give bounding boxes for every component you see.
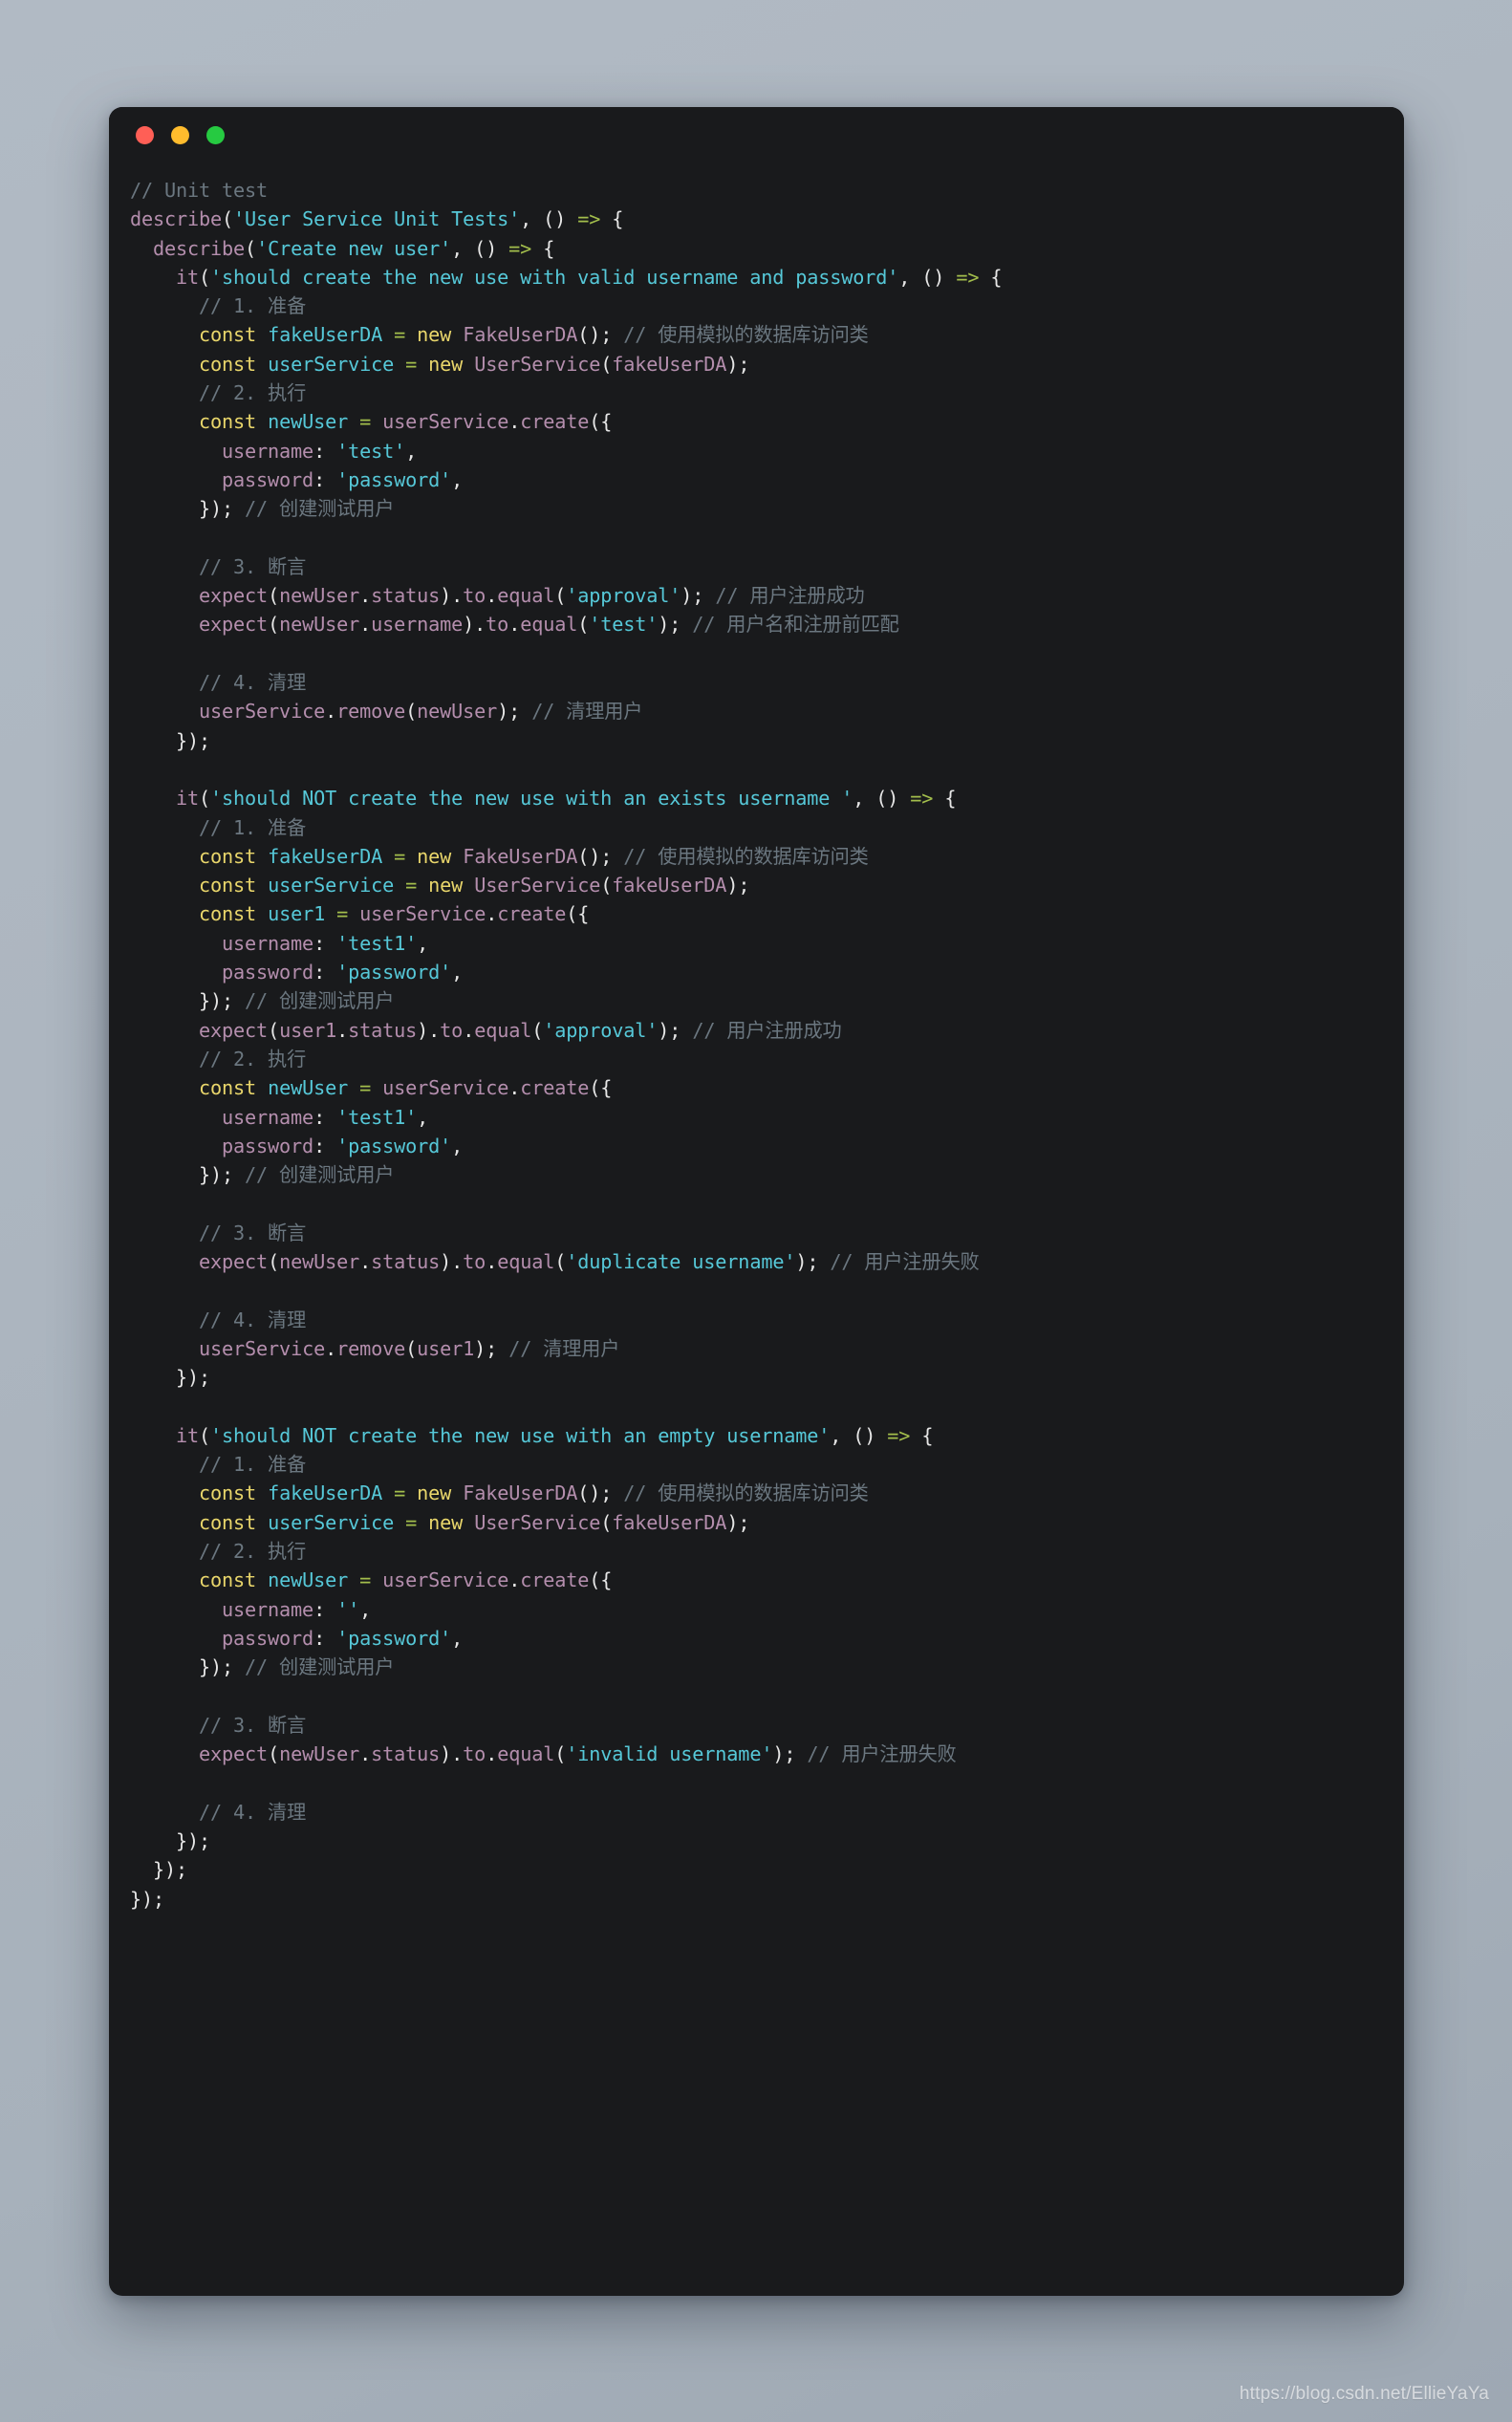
code-line: username: 'test1', xyxy=(222,931,429,955)
watermark: https://blog.csdn.net/EllieYaYa xyxy=(1239,2384,1489,2404)
window-titlebar xyxy=(109,107,1404,162)
code-line: describe('User Service Unit Tests', () =… xyxy=(130,207,624,231)
code-line: // 2. 执行 xyxy=(199,1539,307,1563)
code-line: // 2. 执行 xyxy=(199,381,307,405)
code-line: // 1. 准备 xyxy=(199,294,307,318)
code-line: it('should NOT create the new use with a… xyxy=(176,1423,934,1447)
code-line: it('should NOT create the new use with a… xyxy=(176,787,957,811)
code-line: const userService = new UserService(fake… xyxy=(199,874,750,897)
code-line: }); // 创建测试用户 xyxy=(130,989,395,1013)
code-line: password: 'password', xyxy=(222,1134,464,1157)
code-line: // 3. 断言 xyxy=(199,554,307,578)
code-line: // 1. 准备 xyxy=(199,1453,307,1477)
close-button[interactable] xyxy=(136,125,154,144)
code-line: const userService = new UserService(fake… xyxy=(199,352,750,376)
code-line: const fakeUserDA = new FakeUserDA(); // … xyxy=(199,1481,869,1505)
code-line: userService.remove(user1); // 清理用户 xyxy=(199,1336,620,1360)
zoom-button[interactable] xyxy=(206,125,225,144)
code-editor-window: // Unit test describe('User Service Unit … xyxy=(109,107,1404,2296)
code-line: }); xyxy=(130,1858,188,1882)
minimize-button[interactable] xyxy=(171,125,189,144)
code-line: const fakeUserDA = new FakeUserDA(); // … xyxy=(199,323,869,347)
code-line: password: 'password', xyxy=(222,467,464,491)
code-line: // 1. 准备 xyxy=(199,815,307,839)
code-line: username: '', xyxy=(222,1597,372,1621)
code-line: describe('Create new user', () => { xyxy=(153,236,555,260)
code-line: // 3. 断言 xyxy=(199,1221,307,1244)
code-line: password: 'password', xyxy=(222,1626,464,1650)
code-line: const fakeUserDA = new FakeUserDA(); // … xyxy=(199,844,869,868)
code-line: }); // 创建测试用户 xyxy=(130,497,395,521)
code-line: expect(newUser.username).to.equal('test'… xyxy=(199,613,899,637)
code-line: expect(newUser.status).to.equal('duplica… xyxy=(199,1249,980,1273)
code-line: userService.remove(newUser); // 清理用户 xyxy=(199,700,643,724)
code-line: }); xyxy=(130,1828,211,1852)
code-line: // 2. 执行 xyxy=(199,1047,307,1070)
code-line: // Unit test xyxy=(130,179,269,202)
code-line: const user1 = userService.create({ xyxy=(199,902,590,926)
code-line: password: 'password', xyxy=(222,961,464,984)
code-line: const newUser = userService.create({ xyxy=(199,410,613,434)
code-line: }); xyxy=(130,728,211,752)
code-line: const newUser = userService.create({ xyxy=(199,1568,613,1592)
code-line: // 4. 清理 xyxy=(199,1308,307,1331)
code-line: // 4. 清理 xyxy=(199,1800,307,1824)
code-line: username: 'test1', xyxy=(222,1105,429,1129)
code-line: username: 'test', xyxy=(222,439,418,463)
code-line: expect(newUser.status).to.equal('invalid… xyxy=(199,1742,957,1766)
code-line: }); // 创建测试用户 xyxy=(130,1163,395,1187)
code-line: }); xyxy=(130,1887,165,1911)
code-line: // 3. 断言 xyxy=(199,1713,307,1737)
code-block[interactable]: // Unit test describe('User Service Unit … xyxy=(109,162,1404,1914)
code-line: }); // 创建测试用户 xyxy=(130,1655,395,1679)
code-line: expect(user1.status).to.equal('approval'… xyxy=(199,1018,842,1042)
code-line: const newUser = userService.create({ xyxy=(199,1076,613,1100)
code-line: expect(newUser.status).to.equal('approva… xyxy=(199,584,865,608)
code-line: }); xyxy=(130,1366,211,1390)
code-line: it('should create the new use with valid… xyxy=(176,265,1003,289)
code-line: // 4. 清理 xyxy=(199,671,307,695)
code-line: const userService = new UserService(fake… xyxy=(199,1510,750,1534)
